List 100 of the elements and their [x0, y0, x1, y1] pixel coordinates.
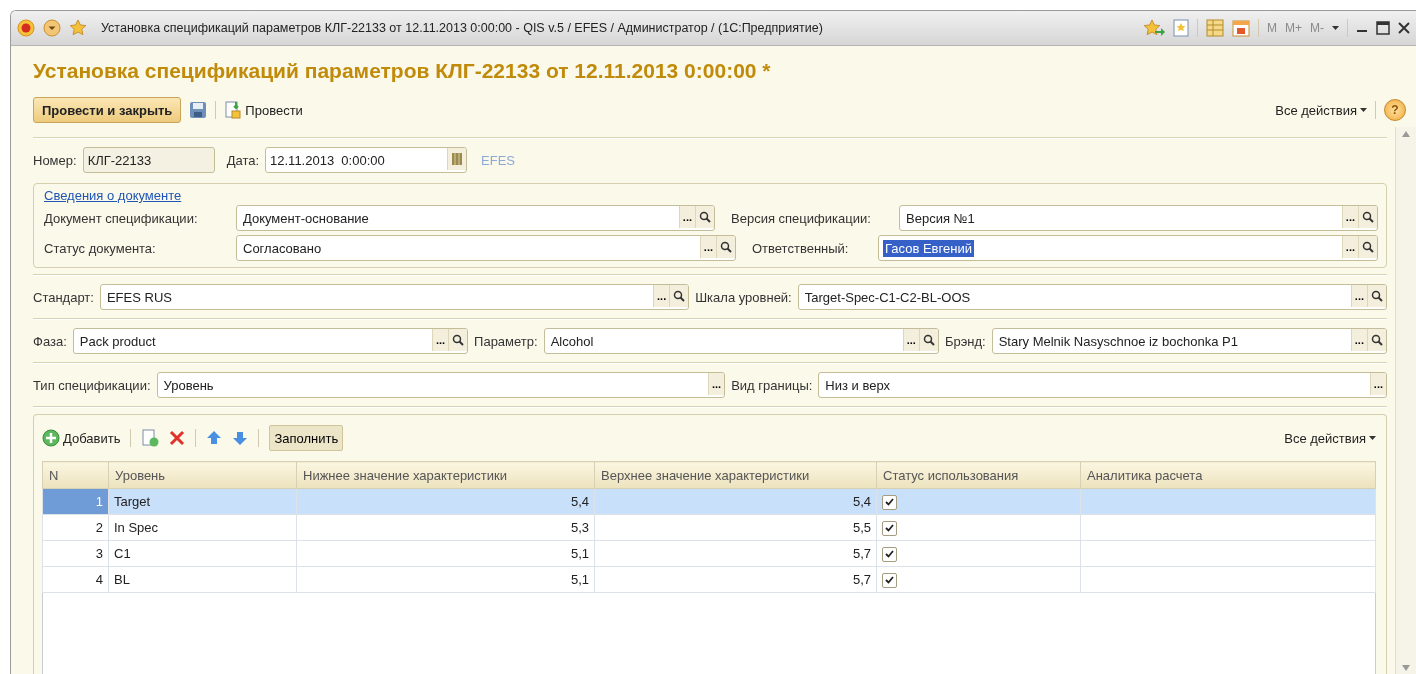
input-field[interactable]: Alcohol ...: [543, 328, 939, 354]
table-cell: 5,1: [296, 540, 595, 567]
add-button[interactable]: Добавить: [42, 429, 121, 447]
scrollbar[interactable]: [1395, 127, 1416, 674]
checkbox[interactable]: [882, 546, 897, 562]
checkbox[interactable]: [882, 572, 897, 588]
table-cell: 5,7: [594, 540, 877, 567]
input-field[interactable]: Target-Spec-C1-C2-BL-OOS ...: [797, 284, 1387, 310]
table-row[interactable]: 1 Target 5,4 5,4: [42, 488, 1376, 515]
table-cell: 5,3: [296, 514, 595, 541]
field-label: Номер:: [33, 152, 77, 168]
post-button[interactable]: Провести: [224, 101, 303, 119]
caret-icon: [1360, 108, 1367, 112]
choice-button[interactable]: ...: [902, 329, 919, 351]
table-cell: 4: [42, 566, 109, 593]
input-field[interactable]: Гасов Евгений ...: [878, 235, 1378, 261]
field-label: Документ спецификации:: [44, 210, 199, 226]
input-field[interactable]: EFES RUS ...: [99, 284, 690, 310]
choice-button[interactable]: ...: [1369, 373, 1386, 395]
search-icon: [922, 334, 935, 346]
arrow-up-icon[interactable]: [206, 430, 223, 446]
table-cell: 1: [42, 488, 109, 515]
check-icon: [885, 576, 894, 585]
table-cell: 2: [42, 514, 109, 541]
all-actions-button[interactable]: Все действия: [1275, 102, 1367, 118]
input-field[interactable]: Уровень ...: [156, 372, 726, 398]
input-field[interactable]: Низ и верх ...: [818, 372, 1387, 398]
choice-button[interactable]: ...: [1341, 236, 1358, 258]
choice-button[interactable]: ...: [653, 285, 670, 307]
logo-icon: [17, 19, 35, 37]
search-button[interactable]: [1358, 206, 1377, 228]
search-icon: [699, 211, 711, 223]
scroll-down-icon[interactable]: [1402, 665, 1410, 671]
dropdown-icon[interactable]: [43, 19, 61, 37]
input-field[interactable]: Pack product ...: [72, 328, 469, 354]
calendar-button[interactable]: [447, 148, 467, 170]
post-and-close-button[interactable]: Провести и закрыть: [33, 97, 182, 123]
search-button[interactable]: [716, 236, 735, 258]
save-icon[interactable]: [189, 101, 208, 119]
arrow-down-icon[interactable]: [232, 430, 249, 446]
search-icon: [1362, 211, 1374, 223]
all-actions-button[interactable]: Все действия: [1284, 430, 1376, 446]
window-title: Установка спецификаций параметров КЛГ-22133 от 12.11.2013 0:00:00 - QIS v.5 / EFES / Администратор / (1С:Предприятие): [101, 21, 824, 35]
input-field[interactable]: Согласовано ...: [236, 235, 736, 261]
calendar-icon: [451, 152, 464, 166]
field-label: Фаза:: [33, 333, 67, 349]
table-row[interactable]: 4 BL 5,1 5,7: [42, 566, 1376, 593]
column-header[interactable]: N: [42, 461, 109, 489]
column-header[interactable]: Нижнее значение характеристики: [296, 461, 595, 489]
input-field[interactable]: 12.11.2013 0:00:00: [265, 147, 468, 173]
check-icon: [885, 498, 894, 507]
column-header[interactable]: Верхнее значение характеристики: [594, 461, 877, 489]
plus-icon: [42, 429, 60, 447]
checkbox[interactable]: [882, 494, 897, 510]
search-button[interactable]: [695, 206, 714, 228]
table-cell: Target: [108, 488, 297, 515]
input-field[interactable]: Stary Melnik Nasyschnoe iz bochonka P1 ...: [991, 328, 1387, 354]
help-button[interactable]: ?: [1384, 99, 1406, 121]
input-field[interactable]: КЛГ-22133: [82, 147, 215, 173]
choice-button[interactable]: ...: [1341, 206, 1358, 228]
choice-button[interactable]: ...: [431, 329, 449, 351]
checkbox[interactable]: [882, 520, 897, 536]
search-icon: [720, 241, 732, 253]
caret-icon: [1369, 436, 1376, 440]
column-header[interactable]: Уровень: [108, 461, 297, 489]
choice-button[interactable]: ...: [699, 236, 716, 258]
search-button[interactable]: [1358, 236, 1377, 258]
caret-icon: [1332, 26, 1339, 30]
maximize-icon[interactable]: [1376, 21, 1390, 35]
choice-button[interactable]: ...: [1350, 285, 1367, 307]
star-arrow-icon[interactable]: [1143, 19, 1165, 37]
input-field[interactable]: Версия №1 ...: [899, 205, 1378, 231]
column-header[interactable]: Аналитика расчета: [1080, 461, 1376, 489]
table-row[interactable]: 3 C1 5,1 5,7: [42, 540, 1376, 567]
choice-button[interactable]: ...: [678, 206, 695, 228]
table-row[interactable]: 2 In Spec 5,3 5,5: [42, 514, 1376, 541]
search-button[interactable]: [448, 329, 468, 351]
table-cell: 5,5: [594, 514, 877, 541]
field-label: Ответственный:: [752, 240, 850, 256]
scroll-up-icon[interactable]: [1402, 131, 1410, 137]
search-icon: [1371, 290, 1383, 302]
search-button[interactable]: [669, 285, 689, 307]
search-button[interactable]: [1367, 285, 1386, 307]
field-label: Брэнд:: [944, 333, 986, 349]
calendar-icon[interactable]: [1232, 19, 1250, 37]
document-info-link[interactable]: Сведения о документе: [44, 188, 182, 203]
table-cell: 5,4: [594, 488, 877, 515]
column-header[interactable]: Статус использования: [876, 461, 1081, 489]
input-field[interactable]: Документ-основание ...: [236, 205, 715, 231]
choice-button[interactable]: ...: [708, 373, 725, 395]
choice-button[interactable]: ...: [1350, 329, 1367, 351]
search-icon: [1371, 334, 1383, 346]
field-label: Статус документа:: [44, 240, 157, 256]
check-icon: [885, 524, 894, 533]
close-icon[interactable]: [1398, 22, 1410, 34]
field-label: Дата:: [226, 152, 260, 168]
fill-button[interactable]: Заполнить: [269, 425, 344, 451]
form-title: Установка спецификаций параметров КЛГ-22133 от 12.11.2013 0:00:00 *: [32, 58, 772, 84]
delete-icon[interactable]: [169, 430, 186, 446]
star-icon[interactable]: [69, 19, 87, 37]
